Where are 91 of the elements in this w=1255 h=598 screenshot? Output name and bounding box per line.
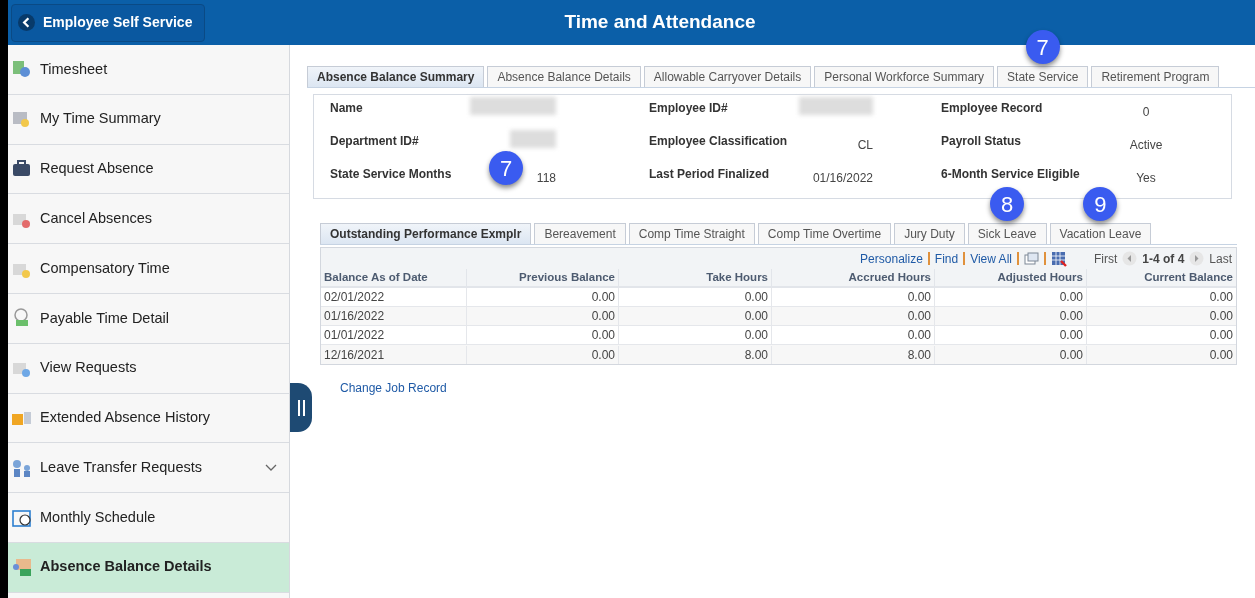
toolbar-link[interactable]: View All xyxy=(970,249,1012,268)
table-cell: 0.00 xyxy=(466,345,618,364)
table-cell: 0.00 xyxy=(771,288,934,306)
menu-item-icon xyxy=(12,159,32,179)
column-header: Take Hours xyxy=(618,269,771,286)
table-cell: 0.00 xyxy=(1086,288,1236,306)
menu-item-icon xyxy=(12,557,32,578)
back-button[interactable]: Employee Self Service xyxy=(11,3,205,42)
table-cell-text: 01/01/2022 xyxy=(323,327,386,344)
column-header: Accrued Hours xyxy=(771,269,934,286)
field-value: 0 xyxy=(1142,105,1150,119)
table-cell-text: 12/16/2021 xyxy=(323,346,386,364)
table-cell: 0.00 xyxy=(771,326,934,344)
tab[interactable]: Comp Time Overtime xyxy=(757,223,892,244)
table-cell: 0.00 xyxy=(934,288,1086,306)
table-cell: 0.00 xyxy=(771,307,934,325)
column-header: Current Balance xyxy=(1086,269,1236,286)
toolbar-link[interactable]: Find xyxy=(934,249,959,268)
table-cell: 0.00 xyxy=(618,307,771,325)
table-cell: 0.00 xyxy=(466,307,618,325)
column-header: Adjusted Hours xyxy=(934,269,1086,286)
tab[interactable]: Allowable Carryover Details xyxy=(643,66,812,87)
field-value: 01/16/2022 xyxy=(812,171,873,185)
field-value: Yes xyxy=(1136,171,1156,185)
menu-item-icon xyxy=(12,457,32,478)
field-value: 118 xyxy=(536,171,556,185)
menu-item-icon xyxy=(12,109,32,130)
table-cell: 0.00 xyxy=(1086,326,1236,344)
field-value: Active xyxy=(1129,138,1163,152)
field-label: Department ID# xyxy=(330,133,420,150)
callout-badge: 9 xyxy=(1083,187,1118,221)
menu-item-icon xyxy=(12,507,32,528)
table-cell: 0.00 xyxy=(934,307,1086,325)
change-job-record-link[interactable]: Change Job Record xyxy=(340,381,447,395)
field-label: Employee Record xyxy=(941,100,1044,117)
field-label: State Service Months xyxy=(330,166,453,183)
pager-last[interactable]: Last xyxy=(1209,249,1232,268)
sidebar-item[interactable]: View Requests xyxy=(8,343,289,394)
collapse-handle[interactable] xyxy=(290,383,312,432)
table-cell: 0.00 xyxy=(618,326,771,344)
sidebar-item[interactable]: Payable Time Detail xyxy=(8,294,289,344)
sidebar-item[interactable]: Cancel Absences xyxy=(8,194,289,245)
callout-badge: 7 xyxy=(489,151,523,185)
field-label: 6-Month Service Eligible xyxy=(941,166,1081,183)
table-cell-text: 02/01/2022 xyxy=(323,289,386,306)
sidebar-item[interactable]: Timesheet xyxy=(8,45,289,95)
page-title: Time and Attendance xyxy=(563,10,757,35)
table-cell: 0.00 xyxy=(466,288,618,306)
field-label: Payroll Status xyxy=(941,133,1023,150)
sidebar-item[interactable]: Leave Transfer Requests xyxy=(8,443,289,494)
field-label: Employee ID# xyxy=(649,100,729,117)
tab[interactable]: Jury Duty xyxy=(894,223,965,244)
field-label: Name xyxy=(330,100,364,117)
sidebar-item[interactable]: My Time Summary xyxy=(8,94,289,145)
table-cell: 0.00 xyxy=(1086,345,1236,364)
field-label: Employee Classification xyxy=(649,133,789,150)
pager-range: 1-4 of 4 xyxy=(1142,250,1185,268)
previous-icon[interactable] xyxy=(1122,251,1138,266)
field-label: Last Period Finalized xyxy=(649,166,771,183)
tab[interactable]: Bereavement xyxy=(534,223,626,244)
menu-item-icon xyxy=(12,59,32,80)
tab[interactable]: Retirement Program xyxy=(1091,66,1220,87)
sidebar-item[interactable]: Request Absence xyxy=(8,144,289,195)
tab[interactable]: Comp Time Straight xyxy=(628,223,755,244)
table-cell: 0.00 xyxy=(618,288,771,306)
table-cell: 8.00 xyxy=(771,345,934,364)
tab[interactable]: Personal Workforce Summary xyxy=(814,66,995,87)
table-cell: 8.00 xyxy=(618,345,771,364)
sidebar-item[interactable]: Compensatory Time xyxy=(8,244,289,294)
pager-first[interactable]: First xyxy=(1093,249,1118,268)
sidebar-item[interactable]: Absence Balance Details xyxy=(8,542,289,593)
sidebar-item[interactable]: Monthly Schedule xyxy=(8,493,289,543)
chevron-down-icon[interactable] xyxy=(265,463,277,472)
tab[interactable]: Absence Balance Details xyxy=(487,66,641,87)
table-cell: 0.00 xyxy=(466,326,618,344)
tab[interactable]: Absence Balance Summary xyxy=(307,66,485,87)
callout-badge: 8 xyxy=(990,187,1025,221)
table-cell: 0.00 xyxy=(934,326,1086,344)
column-header: Previous Balance xyxy=(466,269,618,286)
next-icon[interactable] xyxy=(1189,251,1205,266)
sidebar-item[interactable]: Extended Absence History xyxy=(8,393,289,444)
field-value: CL xyxy=(857,138,873,152)
table-cell: 0.00 xyxy=(934,345,1086,364)
back-icon xyxy=(18,14,35,31)
new-window-icon[interactable] xyxy=(1023,252,1039,265)
toolbar-link[interactable]: Personalize xyxy=(860,249,923,268)
tab[interactable]: Outstanding Performance Exmplr xyxy=(320,223,532,244)
spreadsheet-download-icon[interactable] xyxy=(1050,250,1067,267)
column-header: Balance As of Date xyxy=(323,270,429,285)
table-cell-text: 01/16/2022 xyxy=(323,308,386,325)
table-cell: 0.00 xyxy=(1086,307,1236,325)
